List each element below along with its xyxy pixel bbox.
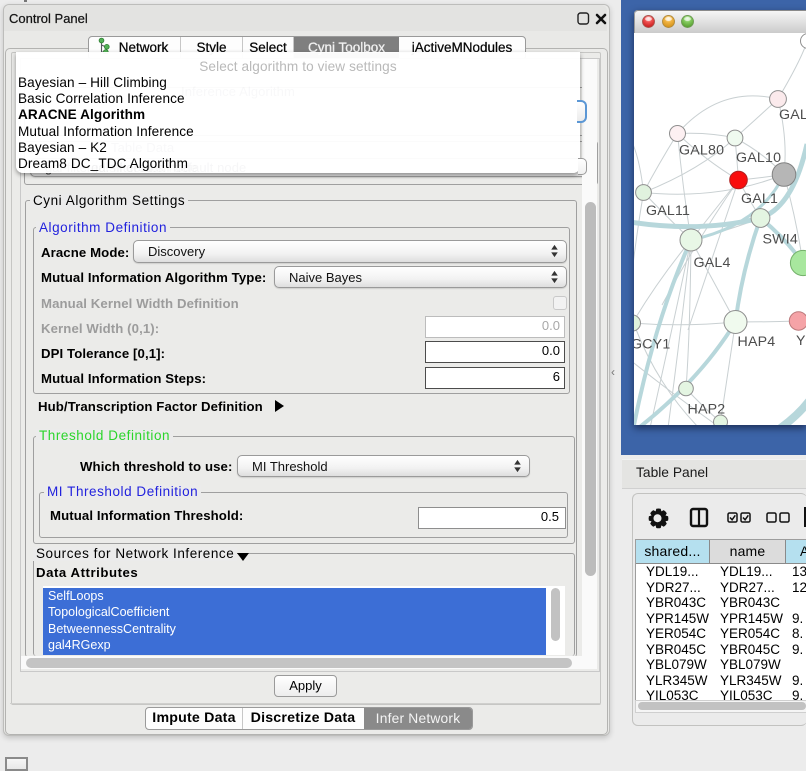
svg-text:HAP2: HAP2 — [688, 402, 726, 418]
svg-text:GAL10: GAL10 — [736, 150, 781, 166]
svg-text:GAL1: GAL1 — [741, 191, 778, 207]
svg-text:GAL4: GAL4 — [694, 255, 731, 271]
svg-text:SWI4: SWI4 — [763, 232, 799, 248]
svg-text:GCY1: GCY1 — [634, 337, 670, 353]
svg-text:GAL2: GAL2 — [779, 107, 806, 123]
svg-text:GAL80: GAL80 — [679, 143, 724, 159]
svg-text:GAL11: GAL11 — [646, 203, 690, 219]
svg-text:HAP4: HAP4 — [738, 334, 776, 350]
svg-text:Y: Y — [796, 333, 806, 349]
